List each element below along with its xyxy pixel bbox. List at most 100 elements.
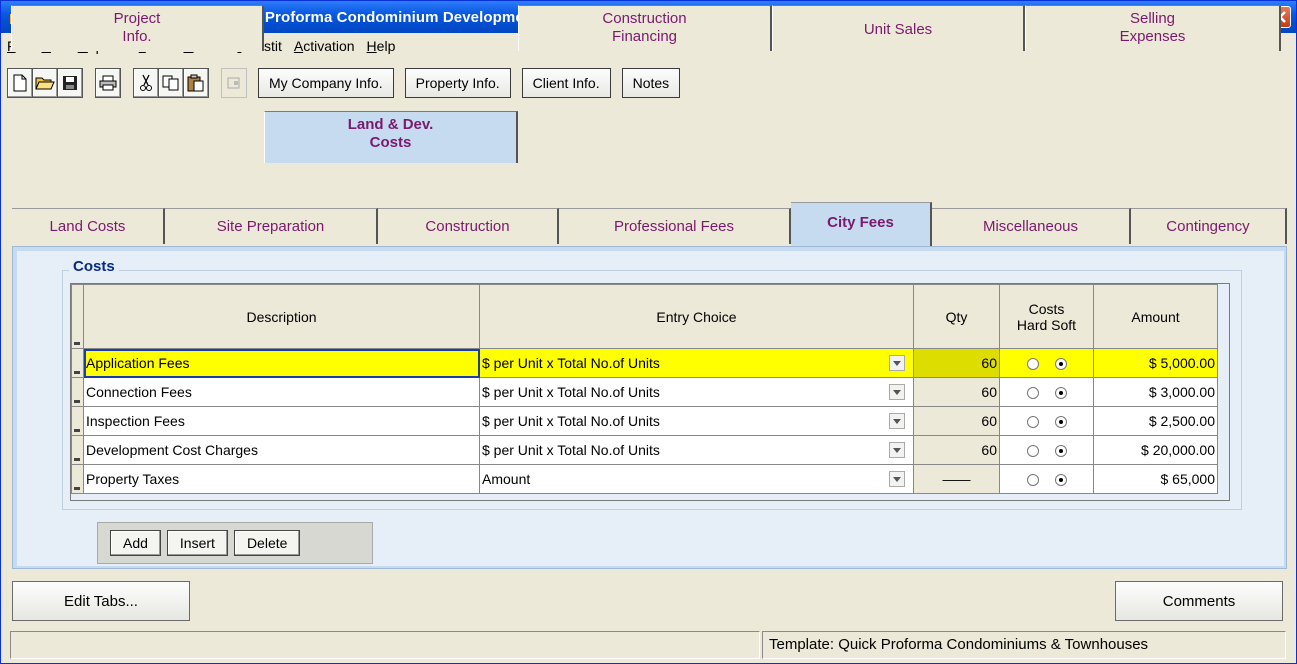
- entry-choice-value: Amount: [482, 471, 531, 487]
- hard-soft-cell: [999, 406, 1094, 436]
- dropdown-arrow-icon[interactable]: [889, 413, 905, 429]
- description-cell[interactable]: Inspection Fees: [83, 406, 480, 436]
- hard-radio[interactable]: [1026, 474, 1039, 487]
- delete-row-button[interactable]: Delete: [233, 530, 301, 556]
- soft-radio[interactable]: [1054, 387, 1067, 400]
- status-left: [10, 631, 760, 659]
- paste-clipboard-icon: [187, 74, 204, 92]
- save-disk-icon: [63, 76, 77, 90]
- soft-radio[interactable]: [1054, 474, 1067, 487]
- menu-help[interactable]: Help: [367, 38, 396, 54]
- client-info-button[interactable]: Client Info.: [521, 68, 611, 98]
- my-company-info-button[interactable]: My Company Info.: [258, 68, 394, 98]
- table-row[interactable]: Application Fees $ per Unit x Total No.o…: [71, 348, 1218, 378]
- dropdown-arrow-icon[interactable]: [889, 355, 905, 371]
- costs-group-title: Costs: [69, 258, 119, 275]
- header-hard-soft-label: Hard Soft: [1016, 316, 1077, 333]
- tab-project-info[interactable]: Project Info.: [11, 5, 264, 51]
- hard-soft-cell: [999, 435, 1094, 465]
- edit-tabs-button[interactable]: Edit Tabs...: [12, 581, 190, 621]
- amount-cell[interactable]: $ 5,000.00: [1093, 348, 1218, 378]
- copy-icon: [162, 75, 179, 91]
- row-header[interactable]: [71, 435, 84, 465]
- soft-radio[interactable]: [1054, 358, 1067, 371]
- description-cell[interactable]: Development Cost Charges: [83, 435, 480, 465]
- toolbar: My Company Info. Property Info. Client I…: [1, 59, 1296, 107]
- row-header[interactable]: [71, 406, 84, 436]
- row-header[interactable]: [71, 464, 84, 494]
- qty-cell[interactable]: 60: [913, 435, 1000, 465]
- entry-choice-dropdown[interactable]: Amount: [479, 464, 914, 494]
- header-amount: Amount: [1093, 284, 1218, 349]
- description-cell[interactable]: Connection Fees: [83, 377, 480, 407]
- description-cell[interactable]: Application Fees: [83, 348, 480, 378]
- header-qty: Qty: [913, 284, 1000, 349]
- property-info-button[interactable]: Property Info.: [404, 68, 511, 98]
- subtab-land-costs[interactable]: Land Costs: [12, 208, 165, 244]
- insert-row-button[interactable]: Insert: [166, 530, 228, 556]
- amount-cell[interactable]: $ 20,000.00: [1093, 435, 1218, 465]
- entry-choice-dropdown[interactable]: $ per Unit x Total No.of Units: [479, 348, 914, 378]
- save-button[interactable]: [57, 68, 83, 98]
- row-header[interactable]: [71, 348, 84, 378]
- hard-radio[interactable]: [1026, 387, 1039, 400]
- copy-button[interactable]: [158, 68, 184, 98]
- menu-activation[interactable]: Activation: [294, 38, 355, 54]
- amount-cell[interactable]: $ 3,000.00: [1093, 377, 1218, 407]
- status-bar: Template: Quick Proforma Condominiums & …: [10, 631, 1286, 659]
- table-row[interactable]: Inspection Fees $ per Unit x Total No.of…: [71, 406, 1218, 436]
- table-row[interactable]: Connection Fees $ per Unit x Total No.of…: [71, 377, 1218, 407]
- dropdown-arrow-icon[interactable]: [889, 384, 905, 400]
- corner-header: [71, 284, 84, 349]
- disabled-tool-button[interactable]: [221, 68, 247, 98]
- dropdown-arrow-icon[interactable]: [889, 442, 905, 458]
- soft-radio[interactable]: [1054, 416, 1067, 429]
- table-row[interactable]: Property Taxes Amount —— $ 65,000: [71, 464, 1218, 494]
- cut-button[interactable]: [133, 68, 159, 98]
- hard-radio[interactable]: [1026, 416, 1039, 429]
- app-window: Developer Express CND - Quick Proforma C…: [0, 0, 1297, 664]
- notes-button[interactable]: Notes: [621, 68, 681, 98]
- entry-choice-dropdown[interactable]: $ per Unit x Total No.of Units: [479, 377, 914, 407]
- add-row-button[interactable]: Add: [110, 530, 161, 556]
- dropdown-arrow-icon[interactable]: [889, 471, 905, 487]
- entry-choice-value: $ per Unit x Total No.of Units: [482, 384, 660, 400]
- subtab-construction[interactable]: Construction: [378, 208, 559, 244]
- entry-choice-dropdown[interactable]: $ per Unit x Total No.of Units: [479, 406, 914, 436]
- amount-cell[interactable]: $ 2,500.00: [1093, 406, 1218, 436]
- tab-unit-sales[interactable]: Unit Sales: [772, 5, 1025, 51]
- hard-radio[interactable]: [1026, 445, 1039, 458]
- subtab-site-preparation[interactable]: Site Preparation: [165, 208, 378, 244]
- hard-radio[interactable]: [1026, 358, 1039, 371]
- row-header[interactable]: [71, 377, 84, 407]
- header-description: Description: [83, 284, 480, 349]
- subtab-miscellaneous[interactable]: Miscellaneous: [932, 208, 1131, 244]
- soft-radio[interactable]: [1054, 445, 1067, 458]
- hard-soft-cell: [999, 348, 1094, 378]
- subtab-contingency[interactable]: Contingency: [1131, 208, 1287, 244]
- header-costs-label: Costs: [1028, 300, 1065, 317]
- comments-button[interactable]: Comments: [1115, 581, 1283, 621]
- amount-cell[interactable]: $ 65,000: [1093, 464, 1218, 494]
- new-file-button[interactable]: [7, 68, 33, 98]
- print-button[interactable]: [95, 68, 121, 98]
- table-row[interactable]: Development Cost Charges $ per Unit x To…: [71, 435, 1218, 465]
- qty-cell[interactable]: 60: [913, 406, 1000, 436]
- open-folder-button[interactable]: [32, 68, 58, 98]
- row-action-strip: Add Insert Delete: [97, 522, 373, 564]
- open-folder-icon: [35, 77, 55, 90]
- subtab-professional-fees[interactable]: Professional Fees: [559, 208, 791, 244]
- subtab-city-fees[interactable]: City Fees: [791, 202, 932, 246]
- new-file-icon: [13, 74, 27, 92]
- qty-cell[interactable]: 60: [913, 377, 1000, 407]
- tab-land-dev-costs[interactable]: Land & Dev. Costs: [264, 111, 518, 163]
- entry-choice-dropdown[interactable]: $ per Unit x Total No.of Units: [479, 435, 914, 465]
- header-costs-hard-soft: Costs Hard Soft: [999, 284, 1094, 349]
- tab-construction-financing[interactable]: Construction Financing: [518, 5, 772, 51]
- tab-selling-expenses[interactable]: Selling Expenses: [1025, 5, 1281, 51]
- disabled-tool-icon: [227, 77, 240, 89]
- qty-cell[interactable]: 60: [913, 348, 1000, 378]
- description-cell[interactable]: Property Taxes: [83, 464, 480, 494]
- paste-button[interactable]: [183, 68, 209, 98]
- qty-cell[interactable]: ——: [913, 464, 1000, 494]
